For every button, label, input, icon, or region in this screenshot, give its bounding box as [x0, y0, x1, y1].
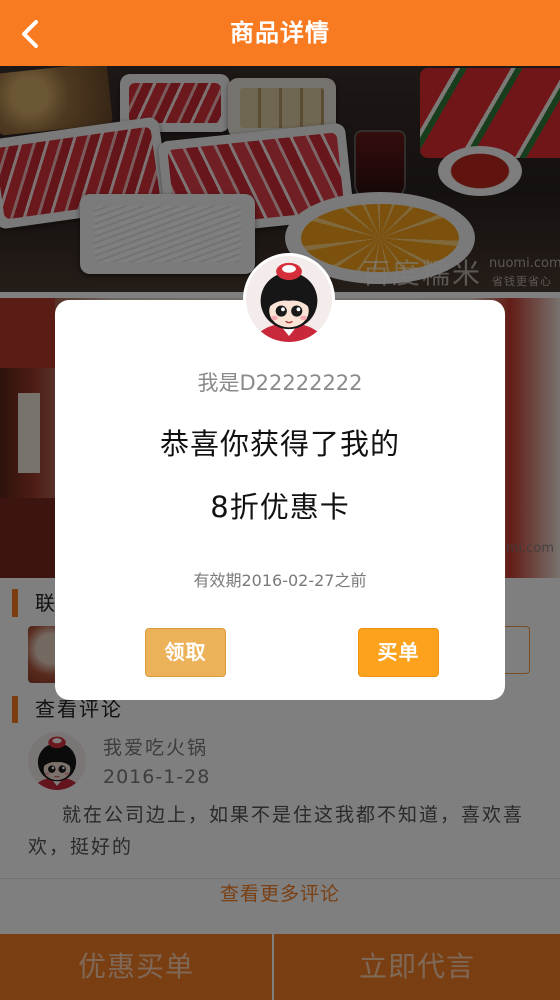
- modal-message-line1: 恭喜你获得了我的: [159, 427, 400, 461]
- modal-validity: 有效期2016-02-27之前: [193, 571, 367, 590]
- modal-avatar: [243, 253, 335, 345]
- app-screen: 商品详情 百度糯米 nuomi.com 省钱更省心 nuomi.com 联: [0, 0, 560, 1000]
- modal-coupon-name: 8折优惠卡: [210, 490, 350, 524]
- pay-button[interactable]: 买单: [358, 628, 439, 677]
- coupon-modal: 我是D22222222 恭喜你获得了我的 8折优惠卡 有效期2016-02-27…: [55, 300, 505, 700]
- mascot-avatar-icon: [246, 256, 332, 342]
- modal-greeting: 我是D22222222: [197, 371, 363, 395]
- top-bar: 商品详情: [0, 0, 560, 66]
- page-title: 商品详情: [230, 19, 330, 47]
- claim-button[interactable]: 领取: [145, 628, 226, 677]
